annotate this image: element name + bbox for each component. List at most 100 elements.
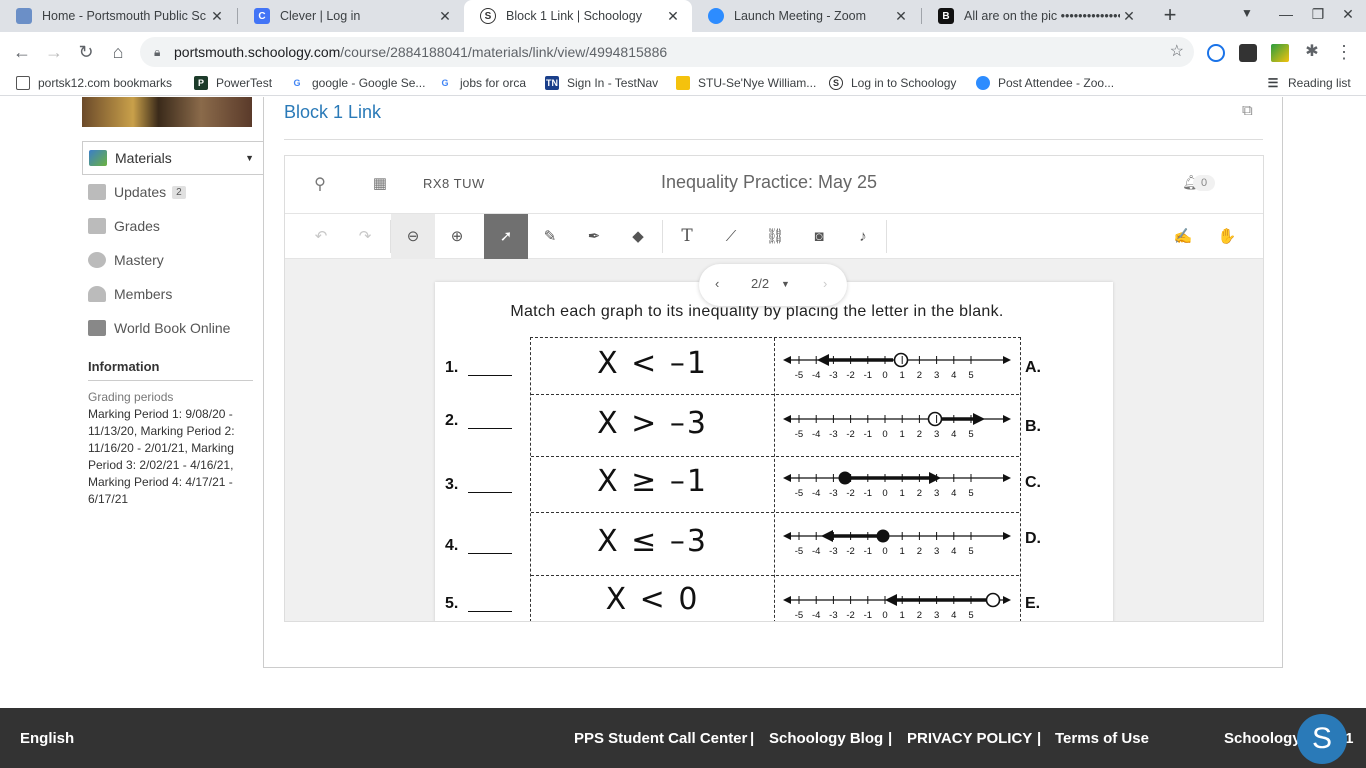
tab-zoom[interactable]: Launch Meeting - Zoom ✕ (692, 0, 920, 32)
bookmark-zoom-post-attendee[interactable]: Post Attendee - Zoo... (976, 76, 1114, 90)
footer-separator: | (750, 730, 755, 747)
question-number: 3. (445, 476, 459, 493)
reading-list-icon: ☰ (1266, 76, 1280, 90)
address-bar[interactable]: 🔒︎ portsmouth.schoology.com/course/28841… (140, 37, 1194, 67)
updates-count-badge: 2 (172, 185, 186, 199)
tick-label: -2 (846, 429, 854, 440)
sidebar-item-updates[interactable]: Updates 2 (82, 175, 264, 209)
number-line-c: -5 -4 -3 -2 -1 0 1 2 3 4 5 (783, 471, 1011, 499)
close-icon[interactable]: ✕ (1120, 8, 1138, 25)
sidebar-item-world-book-online[interactable]: World Book Online (82, 311, 264, 345)
footer-link-blog[interactable]: Schoology Blog (769, 730, 883, 747)
tick-label: -1 (864, 546, 872, 557)
line-tool-icon[interactable]: ⟋ (709, 214, 753, 259)
vpn-extension-icon[interactable] (1207, 44, 1225, 62)
prev-page-chevron-icon[interactable]: ‹ (715, 276, 719, 291)
tick-label: -4 (812, 610, 820, 621)
bookmark-portsk12[interactable]: portsk12.com bookmarks (16, 76, 172, 90)
bookmark-jobs-for-orca[interactable]: Gjobs for orca (438, 76, 526, 90)
next-page-chevron-icon[interactable]: › (823, 276, 827, 291)
course-sidebar: Materials ▼ Updates 2 Grades Mastery Mem… (82, 141, 264, 345)
inequality-text: X < –1 (597, 346, 708, 381)
hand-pan-icon[interactable]: ✋ (1205, 214, 1249, 259)
undo-icon[interactable]: ↶ (299, 214, 343, 259)
caret-down-icon[interactable]: ▼ (245, 153, 254, 163)
forward-arrow-icon[interactable]: → (42, 40, 66, 64)
new-tab-plus-icon[interactable]: + (1158, 4, 1182, 28)
restore-icon[interactable]: ❐ (1308, 6, 1328, 23)
extension-icon[interactable] (1239, 44, 1257, 62)
zoom-out-icon[interactable]: ⊖ (391, 214, 435, 259)
answer-blank[interactable] (468, 552, 512, 554)
text-tool-icon[interactable]: T (665, 214, 709, 259)
number-line-e: -5 -4 -3 -2 -1 0 1 2 3 4 5 (783, 592, 1011, 621)
link-icon[interactable]: ⛓ (753, 214, 797, 259)
answer-blank[interactable] (468, 491, 512, 493)
answer-blank[interactable] (468, 427, 512, 429)
tick-label: 4 (951, 429, 956, 440)
minimize-icon[interactable]: — (1276, 6, 1296, 22)
tick-label: -4 (812, 370, 820, 381)
eraser-icon[interactable]: ◆ (616, 214, 660, 259)
bookmark-powertest[interactable]: P PowerTest (194, 76, 272, 90)
bookmark-schoology-login[interactable]: S Log in to Schoology (829, 76, 956, 90)
number-line-b: -5 -4 -3 -2 -1 0 1 2 3 4 5 (783, 411, 1011, 440)
bookmark-star-icon[interactable]: ☆ (1170, 37, 1184, 67)
answer-blank[interactable] (468, 374, 512, 376)
schoology-help-button[interactable]: S (1297, 714, 1347, 764)
back-arrow-icon[interactable]: ← (10, 40, 34, 64)
tab-title: Clever | Log in (280, 9, 361, 23)
tab-search-icon[interactable]: ▼ (1237, 6, 1257, 20)
sidebar-item-grades[interactable]: Grades (82, 209, 264, 243)
close-icon[interactable]: ✕ (208, 8, 226, 25)
home-icon[interactable]: ⌂ (106, 40, 130, 64)
close-icon[interactable]: ✕ (892, 8, 910, 25)
microphone-icon[interactable]: ♪ (841, 214, 885, 259)
page-indicator[interactable]: 2/2 (751, 276, 769, 291)
window-close-icon[interactable]: ✕ (1338, 6, 1358, 23)
footer-link-terms[interactable]: Terms of Use (1055, 730, 1149, 747)
pen-icon[interactable]: ✒ (572, 214, 616, 259)
tick-label: 4 (951, 546, 956, 557)
tick-label: 3 (934, 546, 939, 557)
tab-schoology-active[interactable]: S Block 1 Link | Schoology ✕ (464, 0, 692, 32)
footer-link-call-center[interactable]: PPS Student Call Center (574, 730, 747, 747)
more-menu-icon[interactable]: ⋮ (1332, 40, 1356, 64)
close-icon[interactable]: ✕ (664, 8, 682, 25)
tab-portsmouth-home[interactable]: Home - Portsmouth Public Sc ✕ (0, 0, 236, 32)
bookmark-google-search[interactable]: Ggoogle - Google Se... (290, 76, 425, 90)
redo-icon[interactable]: ↷ (343, 214, 387, 259)
tick-label: 0 (882, 610, 887, 621)
kami-extension-icon[interactable] (1271, 44, 1289, 62)
footer-link-privacy[interactable]: PRIVACY POLICY (907, 730, 1032, 747)
schoology-icon: S (480, 8, 496, 24)
language-selector[interactable]: English (20, 730, 74, 747)
google-icon: G (438, 76, 452, 90)
bookmark-stu-folder[interactable]: STU-Se'Nye William... (676, 76, 816, 90)
sidebar-item-members[interactable]: Members (82, 277, 264, 311)
signature-icon[interactable]: ✍ (1161, 214, 1205, 259)
sidebar-item-mastery[interactable]: Mastery (82, 243, 264, 277)
puzzle-extensions-icon[interactable]: ✱ (1300, 40, 1324, 64)
tick-label: -5 (795, 546, 803, 557)
reading-list-button[interactable]: ☰ Reading list (1266, 76, 1351, 90)
answer-letter: B. (1025, 418, 1041, 435)
select-cursor-icon[interactable]: ➚ (484, 214, 528, 259)
chevron-down-icon[interactable]: ▼ (781, 279, 790, 289)
tab-brainly[interactable]: B All are on the pic •••••••••••••••• ✕ (922, 0, 1148, 32)
tick-label: -1 (864, 610, 872, 621)
footer-separator: | (888, 730, 893, 747)
tab-clever[interactable]: C Clever | Log in ✕ (238, 0, 464, 32)
tick-label: 0 (882, 488, 887, 499)
tick-label: -1 (864, 429, 872, 440)
sidebar-item-materials[interactable]: Materials ▼ (82, 141, 264, 175)
close-icon[interactable]: ✕ (436, 8, 454, 25)
camera-icon[interactable]: ◙ (797, 214, 841, 259)
reload-icon[interactable]: ↻ (74, 40, 98, 64)
answer-blank[interactable] (468, 610, 512, 612)
zoom-in-icon[interactable]: ⊕ (435, 214, 479, 259)
bookmark-testnav[interactable]: TN Sign In - TestNav (545, 76, 658, 90)
tab-title: Home - Portsmouth Public Sc (42, 9, 206, 23)
external-link-icon[interactable]: ⧉ (1242, 102, 1253, 119)
highlighter-icon[interactable]: ✎ (528, 214, 572, 259)
